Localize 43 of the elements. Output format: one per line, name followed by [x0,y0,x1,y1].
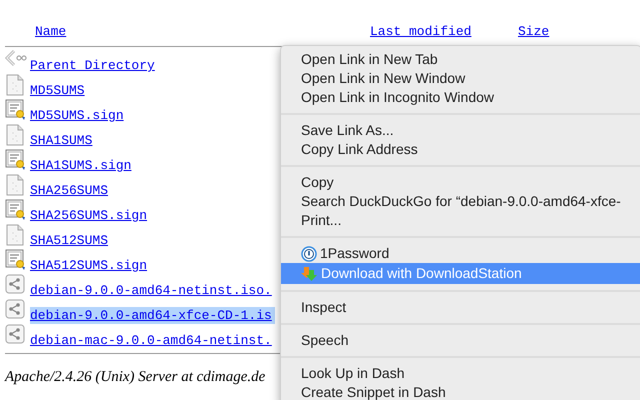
menu-item[interactable]: Open Link in Incognito Window [281,88,640,107]
file-link[interactable]: Parent Directory [30,57,155,74]
certificate-icon [5,199,26,221]
file-link[interactable]: debian-9.0.0-amd64-netinst.iso. [30,282,272,299]
file-link[interactable]: MD5SUMS [30,82,85,99]
share-icon [5,324,25,344]
menu-item[interactable]: Open Link in New Tab [281,50,640,69]
menu-item[interactable]: 1Password [281,244,640,263]
download-arrows-icon [301,266,318,282]
certificate-icon [5,249,26,271]
column-header-link[interactable]: Size [518,24,550,40]
file-link[interactable]: SHA512SUMS [30,232,108,249]
menu-item[interactable]: Open Link in New Window [281,69,640,88]
share-icon [5,299,25,319]
document-icon [5,124,25,146]
menu-item[interactable]: Save Link As... [281,121,640,140]
menu-item[interactable]: Create Snippet in Dash [281,383,640,400]
share-icon [5,274,25,294]
document-icon [5,74,25,96]
keyhole-icon [301,246,317,262]
document-icon [5,174,25,196]
document-icon [5,224,25,246]
back-arrow-icon [5,49,27,69]
menu-item[interactable]: Print... [281,211,640,230]
menu-item[interactable]: Look Up in Dash [281,364,640,383]
certificate-icon [5,149,26,171]
menu-item[interactable]: Inspect [281,298,640,317]
file-link[interactable]: SHA256SUMS.sign [30,207,148,224]
certificate-icon [5,99,26,121]
menu-item[interactable]: Speech [281,331,640,350]
menu-item[interactable]: Copy Link Address [281,140,640,159]
menu-item[interactable]: Copy [281,173,640,192]
column-header-link[interactable]: Last modified [370,24,472,40]
server-signature: Apache/2.4.26 (Unix) Server at cdimage.de [5,368,266,387]
file-link[interactable]: SHA1SUMS [30,132,92,149]
file-link[interactable]: MD5SUMS.sign [30,107,124,124]
file-link[interactable]: SHA512SUMS.sign [30,257,148,274]
file-link[interactable]: SHA1SUMS.sign [30,157,132,174]
file-link[interactable]: debian-mac-9.0.0-amd64-netinst. [30,332,272,349]
column-header-link[interactable]: Name [35,24,66,40]
menu-item[interactable]: Search DuckDuckGo for “debian-9.0.0-amd64-xfce- [281,192,640,211]
file-link[interactable]: debian-9.0.0-amd64-xfce-CD-1.is [30,307,275,324]
file-link[interactable]: SHA256SUMS [30,182,108,199]
